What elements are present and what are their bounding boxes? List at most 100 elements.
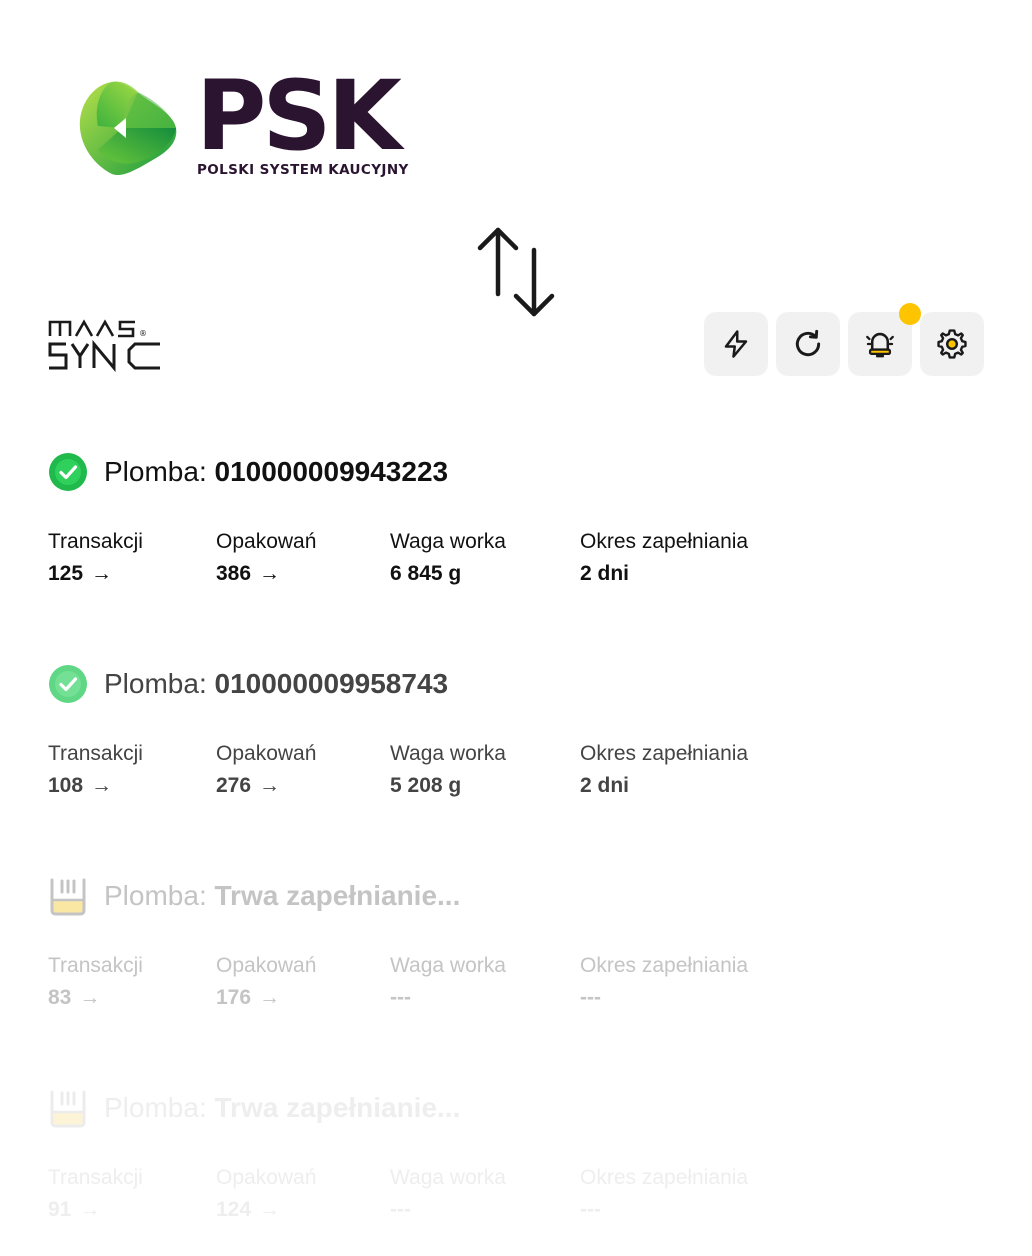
alarm-bell-icon (866, 332, 894, 358)
stat-label: Opakowań (216, 530, 317, 553)
seal-header: Plomba: Trwa zapełnianie... (48, 876, 988, 916)
seal-status-text: Trwa zapełnianie... (214, 1092, 461, 1123)
seal-label: Plomba: (104, 456, 207, 487)
stat-label: Transakcji (48, 954, 143, 977)
arrow-right-icon: → (79, 986, 101, 1009)
refresh-icon (795, 329, 821, 357)
stat-value: --- (580, 1198, 601, 1221)
stat-transactions: Transakcji 125 → (48, 530, 143, 586)
seal-title: Plomba: Trwa zapełnianie... (104, 1092, 460, 1124)
seal-stats: Transakcji 83 → Opakowań 176 → Waga worka … (48, 954, 988, 1018)
stat-label: Opakowań (216, 1166, 317, 1189)
stat-bag-weight: Waga worka --- (390, 954, 506, 1010)
seal-label: Plomba: (104, 1092, 207, 1123)
refresh-button[interactable] (776, 312, 840, 376)
stat-value: 5 208 g (390, 774, 462, 797)
stat-value: 6 845 g (390, 562, 462, 585)
alarms-button[interactable] (848, 303, 921, 376)
psk-wordmark: PSK (196, 60, 402, 172)
stat-transactions: Transakcji 83 → (48, 954, 143, 1010)
sync-arrows-icon (477, 227, 555, 317)
seal-stats: Transakcji 91 → Opakowań 124 → Waga worka … (48, 1166, 988, 1230)
seal-status-text: Trwa zapełnianie... (214, 880, 461, 911)
packages-link[interactable]: 124 → (216, 1198, 280, 1222)
stat-fill-period: Okres zapełniania --- (580, 954, 748, 1010)
stat-transactions: Transakcji 91 → (48, 1166, 143, 1222)
transactions-link[interactable]: 125 → (48, 562, 112, 586)
stat-label: Waga worka (390, 742, 506, 765)
seal-label: Plomba: (104, 668, 207, 699)
bin-filling-icon (50, 878, 86, 916)
seal-title: Plomba: 010000009958743 (104, 668, 448, 700)
lightning-icon (724, 330, 748, 358)
notification-badge (899, 303, 921, 325)
seal-title: Plomba: Trwa zapełnianie... (104, 880, 460, 912)
check-circle-icon (49, 453, 87, 491)
stat-packages: Opakowań 124 → (216, 1166, 316, 1222)
toolbar (704, 303, 984, 376)
seal-card: Plomba: 010000009958743 Transakcji 108 → … (48, 664, 988, 806)
seal-stats: Transakcji 125 → Opakowań 386 → Waga worka… (48, 530, 988, 594)
stat-value: 83 (48, 986, 72, 1009)
stat-label: Waga worka (390, 530, 506, 553)
settings-button[interactable] (920, 312, 984, 376)
arrow-right-icon: → (91, 562, 113, 585)
stat-value: 91 (48, 1198, 72, 1221)
stat-label: Opakowań (216, 742, 317, 765)
seal-card: Plomba: Trwa zapełnianie... Transakcji 9… (48, 1088, 988, 1230)
arrow-right-icon: → (91, 774, 113, 797)
stat-value: 124 (216, 1198, 252, 1221)
stat-value: 276 (216, 774, 252, 797)
seal-stats: Transakcji 108 → Opakowań 276 → Waga worka… (48, 742, 988, 806)
arrow-right-icon: → (79, 1198, 101, 1221)
psk-logo: PSK POLSKI SYSTEM KAUCYJNY (78, 68, 418, 186)
transactions-link[interactable]: 91 → (48, 1198, 100, 1222)
stat-fill-period: Okres zapełniania 2 dni (580, 742, 748, 798)
stat-value: --- (390, 986, 411, 1009)
check-circle-icon (49, 665, 87, 703)
maas-sync-wordmark: ® (48, 319, 160, 373)
stat-value: 108 (48, 774, 84, 797)
packages-link[interactable]: 276 → (216, 774, 280, 798)
packages-link[interactable]: 176 → (216, 986, 280, 1010)
maas-sync-logo: ® (47, 318, 163, 374)
seal-card: Plomba: Trwa zapełnianie... Transakcji 8… (48, 876, 988, 1018)
stat-packages: Opakowań 386 → (216, 530, 316, 586)
gear-icon (937, 329, 967, 359)
stat-label: Okres zapełniania (580, 954, 749, 977)
stat-bag-weight: Waga worka --- (390, 1166, 506, 1222)
stat-label: Opakowań (216, 954, 317, 977)
stat-fill-period: Okres zapełniania --- (580, 1166, 748, 1222)
psk-tagline: POLSKI SYSTEM KAUCYJNY (197, 162, 409, 178)
stat-fill-period: Okres zapełniania 2 dni (580, 530, 748, 586)
stat-label: Transakcji (48, 1166, 143, 1189)
stat-label: Okres zapełniania (580, 1166, 749, 1189)
stat-value: 2 dni (580, 562, 630, 585)
stat-transactions: Transakcji 108 → (48, 742, 143, 798)
packages-link[interactable]: 386 → (216, 562, 280, 586)
seal-header: Plomba: 010000009943223 (48, 452, 988, 492)
stat-value: 125 (48, 562, 84, 585)
arrow-right-icon: → (259, 774, 281, 797)
stat-label: Transakcji (48, 742, 143, 765)
arrow-right-icon: → (259, 1198, 281, 1221)
bin-filling-icon (50, 1090, 86, 1128)
stat-value: 2 dni (580, 774, 630, 797)
transactions-link[interactable]: 83 → (48, 986, 100, 1010)
stat-label: Transakcji (48, 530, 143, 553)
seal-label: Plomba: (104, 880, 207, 911)
seal-title: Plomba: 010000009943223 (104, 456, 448, 488)
arrow-right-icon: → (259, 986, 281, 1009)
transactions-link[interactable]: 108 → (48, 774, 112, 798)
arrow-right-icon: → (259, 562, 281, 585)
seal-header: Plomba: Trwa zapełnianie... (48, 1088, 988, 1128)
stat-value: 176 (216, 986, 252, 1009)
seal-number: 010000009958743 (214, 668, 449, 699)
stat-value: --- (390, 1198, 411, 1221)
stat-label: Okres zapełniania (580, 530, 749, 553)
seal-header: Plomba: 010000009958743 (48, 664, 988, 704)
stat-packages: Opakowań 276 → (216, 742, 316, 798)
stat-label: Waga worka (390, 954, 506, 977)
power-mode-button[interactable] (704, 312, 768, 376)
stat-label: Waga worka (390, 1166, 506, 1189)
